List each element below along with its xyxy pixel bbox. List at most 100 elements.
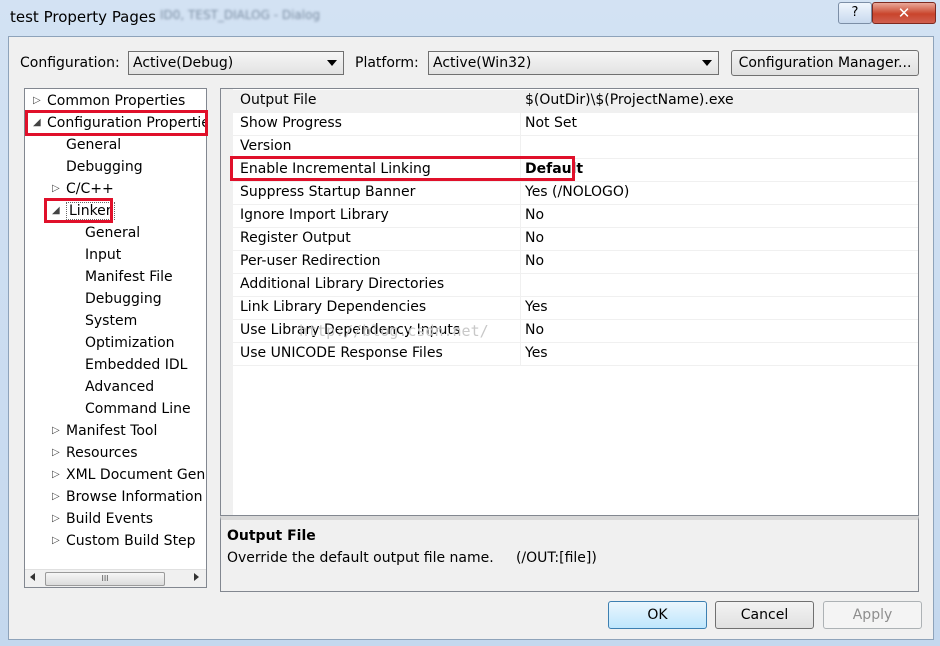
- property-value[interactable]: No: [525, 322, 544, 338]
- category-tree[interactable]: ▷ Common Properties ◢ Configuration Proper…: [24, 88, 207, 588]
- tree-item-label: Input: [85, 247, 122, 263]
- tree-item-linker-command-line[interactable]: Command Line: [85, 398, 191, 420]
- tree-item-label: C/C++: [66, 181, 114, 197]
- tree-item-label: General: [85, 225, 141, 241]
- property-row-register-output[interactable]: Register Output No: [233, 228, 918, 251]
- tree-item-xml-document[interactable]: ▷ XML Document Gene: [52, 464, 207, 486]
- window-title: test Property Pages: [10, 8, 156, 26]
- close-button[interactable]: ✕: [872, 2, 936, 24]
- tree-item-label: Debugging: [85, 291, 162, 307]
- tree-item-linker-debugging[interactable]: Debugging: [85, 288, 162, 310]
- property-grid: Output File $(OutDir)\$(ProjectName).exe …: [220, 88, 919, 516]
- property-name: Additional Library Directories: [240, 276, 445, 292]
- collapse-arrow-icon[interactable]: ◢: [33, 112, 43, 134]
- tree-item-configuration-properties[interactable]: ◢ Configuration Propertie: [33, 112, 206, 134]
- collapse-arrow-icon[interactable]: ◢: [52, 200, 62, 222]
- tree-item-label: Manifest Tool: [66, 423, 158, 439]
- title-bar[interactable]: test Property Pages ID0, TEST_DIALOG - D…: [0, 0, 940, 36]
- apply-button[interactable]: Apply: [823, 601, 922, 629]
- tree-item-linker-embedded-idl[interactable]: Embedded IDL: [85, 354, 187, 376]
- expand-arrow-icon[interactable]: ▷: [52, 178, 62, 200]
- tree-item-debugging[interactable]: Debugging: [66, 156, 143, 178]
- expand-arrow-icon[interactable]: ▷: [52, 464, 62, 486]
- platform-value: Active(Win32): [433, 55, 532, 71]
- property-pages-window: test Property Pages ID0, TEST_DIALOG - D…: [0, 0, 940, 646]
- description-panel: Output File Override the default output …: [220, 516, 919, 592]
- expand-arrow-icon[interactable]: ▷: [52, 530, 62, 552]
- configuration-manager-button[interactable]: Configuration Manager...: [731, 50, 919, 76]
- property-value[interactable]: Yes (/NOLOGO): [525, 184, 629, 200]
- property-name: Output File: [240, 92, 317, 108]
- tree-item-label: Optimization: [85, 335, 175, 351]
- property-row-output-file[interactable]: Output File $(OutDir)\$(ProjectName).exe: [233, 90, 918, 113]
- property-value[interactable]: $(OutDir)\$(ProjectName).exe: [525, 92, 734, 108]
- tree-item-label: System: [85, 313, 138, 329]
- tree-item-linker-advanced[interactable]: Advanced: [85, 376, 154, 398]
- tree-item-label: Debugging: [66, 159, 143, 175]
- tree-item-resources[interactable]: ▷ Resources: [52, 442, 138, 464]
- platform-dropdown[interactable]: Active(Win32): [428, 51, 719, 75]
- property-row-additional-library-directories[interactable]: Additional Library Directories: [233, 274, 918, 297]
- property-row-suppress-startup-banner[interactable]: Suppress Startup Banner Yes (/NOLOGO): [233, 182, 918, 205]
- property-name: Show Progress: [240, 115, 342, 131]
- tree-item-custom-build-step[interactable]: ▷ Custom Build Step: [52, 530, 196, 552]
- property-value[interactable]: No: [525, 253, 544, 269]
- tree-item-label: Advanced: [85, 379, 155, 395]
- ok-button[interactable]: OK: [608, 601, 707, 629]
- grid-gutter: [221, 89, 233, 515]
- description-title: Output File: [227, 528, 316, 544]
- cancel-button[interactable]: Cancel: [715, 601, 814, 629]
- property-value[interactable]: No: [525, 207, 544, 223]
- tree-item-common-properties[interactable]: ▷ Common Properties: [33, 90, 185, 112]
- dialog-body: Configuration: Active(Debug) Platform: A…: [8, 36, 934, 640]
- tree-item-label: Resources: [66, 445, 138, 461]
- tree-item-linker-general[interactable]: General: [85, 222, 140, 244]
- expand-arrow-icon[interactable]: ▷: [33, 90, 43, 112]
- scroll-thumb[interactable]: III: [45, 572, 165, 586]
- description-text: Override the default output file name. (…: [227, 550, 597, 566]
- tree-item-label: Manifest File: [85, 269, 173, 285]
- expand-arrow-icon[interactable]: ▷: [52, 486, 62, 508]
- scroll-left-icon[interactable]: [30, 573, 35, 581]
- property-row-version[interactable]: Version: [233, 136, 918, 159]
- tree-item-linker[interactable]: ◢ Linker: [52, 200, 115, 222]
- tree-horizontal-scrollbar[interactable]: III: [25, 569, 206, 587]
- help-button[interactable]: ?: [838, 2, 872, 24]
- tree-item-general[interactable]: General: [66, 134, 121, 156]
- expand-arrow-icon[interactable]: ▷: [52, 442, 62, 464]
- chevron-down-icon: [327, 60, 337, 66]
- tree-item-manifest-tool[interactable]: ▷ Manifest Tool: [52, 420, 157, 442]
- tree-item-cpp[interactable]: ▷ C/C++: [52, 178, 114, 200]
- scroll-right-icon[interactable]: [194, 573, 199, 581]
- expand-arrow-icon[interactable]: ▷: [52, 420, 62, 442]
- property-value[interactable]: Default: [525, 161, 583, 177]
- property-name: Per-user Redirection: [240, 253, 381, 269]
- expand-arrow-icon[interactable]: ▷: [52, 508, 62, 530]
- tree-item-linker-system[interactable]: System: [85, 310, 137, 332]
- tree-item-label: Browse Information: [66, 489, 203, 505]
- tree-item-linker-optimization[interactable]: Optimization: [85, 332, 175, 354]
- tree-item-browse-information[interactable]: ▷ Browse Information: [52, 486, 202, 508]
- property-row-use-unicode-response-files[interactable]: Use UNICODE Response Files Yes: [233, 343, 918, 366]
- tree-item-label: Build Events: [66, 511, 153, 527]
- tree-item-linker-manifest-file[interactable]: Manifest File: [85, 266, 173, 288]
- watermark-text: http://blog.csdn.net/: [299, 322, 489, 340]
- tree-item-label: Command Line: [85, 401, 191, 417]
- configuration-dropdown[interactable]: Active(Debug): [128, 51, 344, 75]
- tree-item-build-events[interactable]: ▷ Build Events: [52, 508, 153, 530]
- property-row-per-user-redirection[interactable]: Per-user Redirection No: [233, 251, 918, 274]
- chevron-down-icon: [702, 60, 712, 66]
- tree-item-label: Embedded IDL: [85, 357, 188, 373]
- property-value[interactable]: Not Set: [525, 115, 577, 131]
- property-row-show-progress[interactable]: Show Progress Not Set: [233, 113, 918, 136]
- property-value[interactable]: Yes: [525, 345, 548, 361]
- tree-item-linker-input[interactable]: Input: [85, 244, 121, 266]
- property-value[interactable]: Yes: [525, 299, 548, 315]
- property-row-link-library-dependencies[interactable]: Link Library Dependencies Yes: [233, 297, 918, 320]
- tree-item-label: Custom Build Step: [66, 533, 196, 549]
- tree-item-label: XML Document Gene: [66, 467, 207, 483]
- property-row-ignore-import-library[interactable]: Ignore Import Library No: [233, 205, 918, 228]
- platform-label: Platform:: [355, 55, 419, 71]
- property-row-enable-incremental-linking[interactable]: Enable Incremental Linking Default: [233, 159, 918, 182]
- property-value[interactable]: No: [525, 230, 544, 246]
